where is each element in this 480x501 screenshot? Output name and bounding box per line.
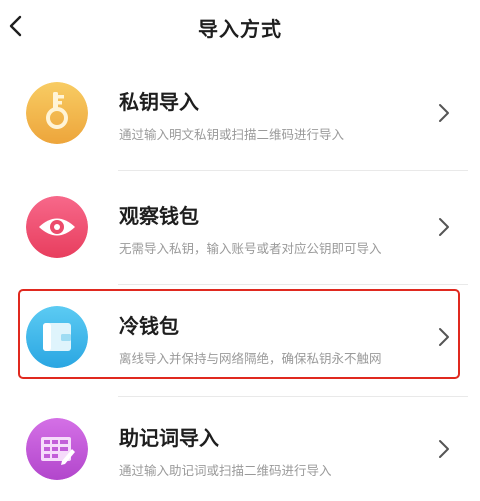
nav-bar: 导入方式 [0,0,480,56]
eye-icon [26,196,88,258]
chevron-right-icon [439,440,449,458]
chevron-right-icon [439,104,449,122]
item-title: 观察钱包 [119,204,199,228]
item-description: 通过输入助记词或扫描二维码进行导入 [119,463,332,478]
item-title: 私钥导入 [119,90,199,114]
import-private-key-item[interactable]: 私钥导入 通过输入明文私钥或扫描二维码进行导入 [20,66,460,160]
cold-wallet-item[interactable]: 冷钱包 离线导入并保持与网络隔绝，确保私钥永不触网 [20,290,460,384]
divider [118,396,468,397]
wallet-icon [26,306,88,368]
watch-wallet-item[interactable]: 观察钱包 无需导入私钥，输入账号或者对应公钥即可导入 [20,180,460,274]
item-description: 离线导入并保持与网络隔绝，确保私钥永不触网 [119,351,382,366]
item-description: 通过输入明文私钥或扫描二维码进行导入 [119,127,345,142]
item-description: 无需导入私钥，输入账号或者对应公钥即可导入 [119,241,382,256]
divider [118,284,468,285]
key-icon [26,82,88,144]
mnemonic-grid-icon [26,418,88,480]
mnemonic-import-item[interactable]: 助记词导入 通过输入助记词或扫描二维码进行导入 [20,402,460,496]
page-title: 导入方式 [198,17,282,41]
divider [118,170,468,171]
item-title: 冷钱包 [119,314,179,338]
item-title: 助记词导入 [119,426,219,450]
chevron-right-icon [439,218,449,236]
chevron-right-icon [439,328,449,346]
